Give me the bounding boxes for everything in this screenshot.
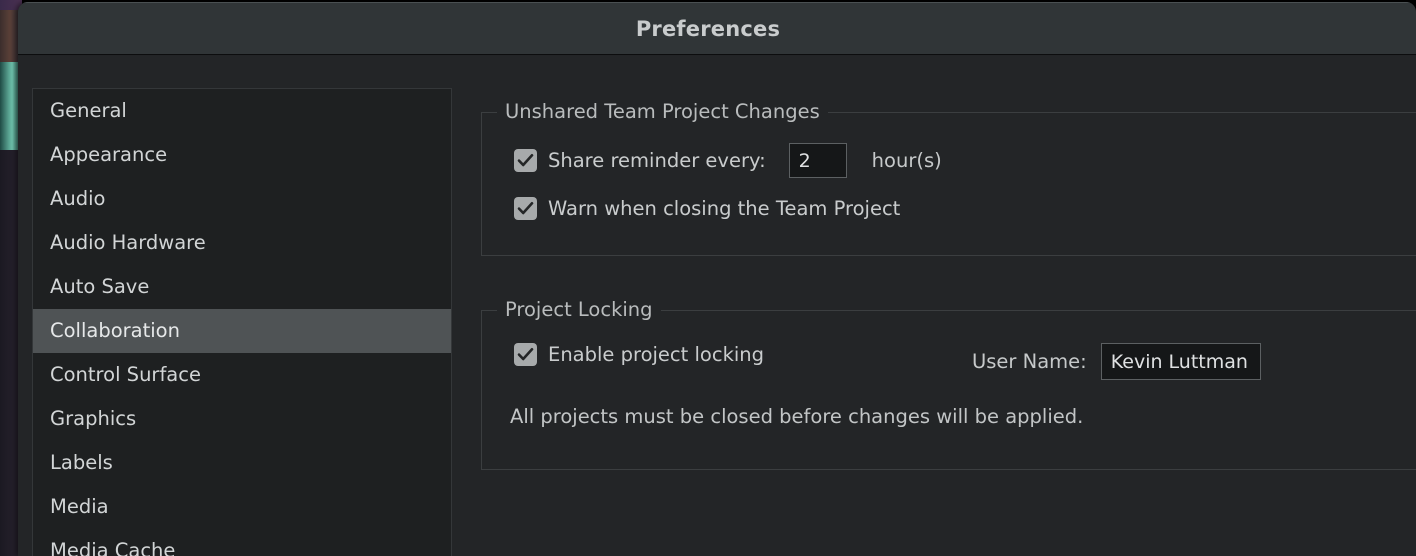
sidebar-item-control-surface[interactable]: Control Surface: [33, 353, 451, 397]
project-locking-note: All projects must be closed before chang…: [510, 405, 1084, 428]
sidebar-item-label: Audio: [50, 187, 106, 210]
sidebar-item-label: Media: [50, 495, 109, 518]
group-legend: Project Locking: [497, 298, 661, 321]
sidebar-item-label: Audio Hardware: [50, 231, 206, 254]
group-legend: Unshared Team Project Changes: [497, 100, 828, 123]
preferences-dialog: Preferences General Appearance Audio Aud…: [18, 2, 1416, 556]
row-enable-project-locking: Enable project locking: [514, 343, 764, 366]
sidebar-item-appearance[interactable]: Appearance: [33, 133, 451, 177]
sidebar-item-audio-hardware[interactable]: Audio Hardware: [33, 221, 451, 265]
enable-project-locking-checkbox[interactable]: [514, 343, 537, 366]
sidebar-item-labels[interactable]: Labels: [33, 441, 451, 485]
sidebar-item-label: Graphics: [50, 407, 137, 430]
sidebar-item-collaboration[interactable]: Collaboration: [33, 309, 451, 353]
group-project-locking: Project Locking Enable project locking U…: [481, 298, 1416, 470]
sidebar-item-media-cache[interactable]: Media Cache: [33, 529, 451, 556]
sidebar-item-general[interactable]: General: [33, 89, 451, 133]
enable-project-locking-label: Enable project locking: [548, 343, 765, 366]
row-share-reminder: Share reminder every: hour(s): [514, 143, 942, 178]
group-unshared-team-project-changes: Unshared Team Project Changes Share remi…: [481, 100, 1416, 256]
row-warn-closing: Warn when closing the Team Project: [514, 197, 900, 220]
sidebar-item-label: Control Surface: [50, 363, 201, 386]
sidebar-item-label: Appearance: [50, 143, 168, 166]
warn-closing-label: Warn when closing the Team Project: [548, 197, 901, 220]
sidebar-item-label: Auto Save: [50, 275, 150, 298]
row-locking-note: All projects must be closed before chang…: [510, 405, 1083, 428]
user-name-label: User Name:: [972, 350, 1087, 373]
sidebar-item-graphics[interactable]: Graphics: [33, 397, 451, 441]
sidebar-item-label: Labels: [50, 451, 113, 474]
dialog-body: General Appearance Audio Audio Hardware …: [18, 56, 1416, 556]
share-reminder-hours-input[interactable]: [788, 143, 847, 178]
user-name-input[interactable]: [1100, 343, 1261, 380]
sidebar-item-label: Media Cache: [50, 539, 176, 556]
share-reminder-label: Share reminder every:: [548, 149, 766, 172]
dialog-title: Preferences: [635, 17, 781, 41]
sidebar-item-label: Collaboration: [50, 319, 180, 342]
sidebar-item-audio[interactable]: Audio: [33, 177, 451, 221]
warn-closing-checkbox[interactable]: [514, 197, 537, 220]
hours-unit-label: hour(s): [871, 149, 942, 172]
preferences-content-pane: Unshared Team Project Changes Share remi…: [466, 88, 1416, 556]
row-user-name: User Name:: [972, 343, 1261, 380]
sidebar-item-label: General: [50, 99, 127, 122]
dialog-titlebar: Preferences: [18, 2, 1416, 55]
preferences-category-list[interactable]: General Appearance Audio Audio Hardware …: [32, 88, 452, 556]
sidebar-item-media[interactable]: Media: [33, 485, 451, 529]
share-reminder-checkbox[interactable]: [514, 149, 537, 172]
sidebar-item-auto-save[interactable]: Auto Save: [33, 265, 451, 309]
